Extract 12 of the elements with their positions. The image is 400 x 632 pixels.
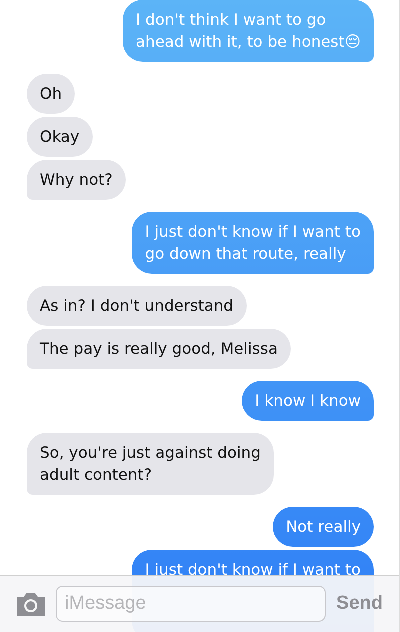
message-bubble: Oh bbox=[27, 74, 76, 114]
message-bubble: I just don't know if I want to go down that route, really bbox=[132, 212, 374, 274]
message-bubble: As in? I don't understand bbox=[27, 286, 247, 326]
message-bubble: I don't think I want to go ahead with it, to be honest😔 bbox=[123, 0, 374, 62]
message-bubble: The pay is really good, Melissa bbox=[27, 329, 291, 369]
camera-icon[interactable] bbox=[15, 591, 47, 617]
message-bubble: Okay bbox=[27, 117, 93, 157]
message-bubble: Not really bbox=[273, 507, 374, 547]
message-bubble: Why not? bbox=[27, 160, 126, 200]
message-bubble: I know I know bbox=[242, 381, 374, 421]
message-field[interactable]: iMessage bbox=[56, 586, 326, 622]
message-bubble: So, you're just against doing adult content? bbox=[27, 433, 274, 495]
